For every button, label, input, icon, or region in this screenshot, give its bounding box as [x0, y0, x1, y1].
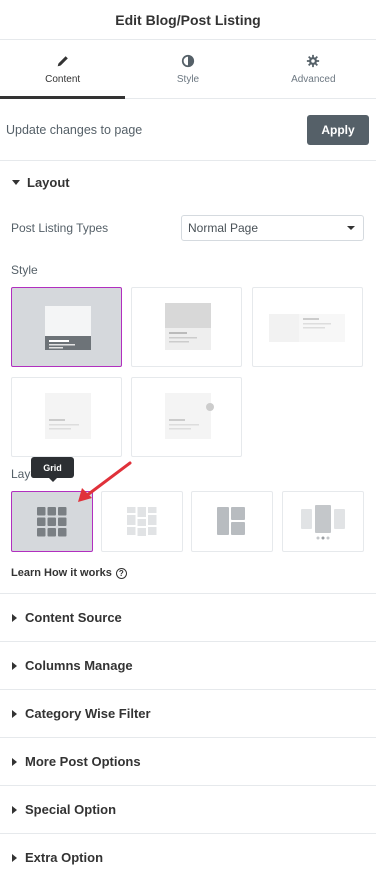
- masonry-icon: [127, 506, 157, 536]
- section-category-wise-filter[interactable]: Category Wise Filter: [0, 690, 376, 738]
- layout-option-masonry[interactable]: [101, 491, 183, 552]
- section-content-source[interactable]: Content Source: [0, 594, 376, 642]
- style-3-thumbnail-icon: [269, 314, 345, 342]
- update-changes-label: Update changes to page: [6, 122, 143, 137]
- caret-right-icon: [12, 805, 17, 814]
- style-option-3[interactable]: [252, 287, 363, 367]
- post-listing-types-control: Post Listing Types Normal Page: [0, 215, 376, 241]
- style-1-thumbnail-icon: [45, 306, 91, 350]
- pencil-icon: [57, 55, 68, 66]
- section-columns-manage[interactable]: Columns Manage: [0, 642, 376, 690]
- apply-button[interactable]: Apply: [307, 114, 369, 145]
- post-listing-types-select[interactable]: Normal Page: [181, 215, 364, 241]
- layout-option-carousel[interactable]: [282, 491, 364, 552]
- tab-style[interactable]: Style: [125, 40, 250, 98]
- section-extra-option[interactable]: Extra Option: [0, 834, 376, 871]
- style-option-4[interactable]: [11, 377, 122, 457]
- update-changes-row: Update changes to page Apply: [0, 99, 376, 161]
- tab-content-label: Content: [45, 73, 81, 85]
- section-more-post-options[interactable]: More Post Options: [0, 738, 376, 786]
- style-option-1[interactable]: [11, 287, 122, 367]
- style-options: [0, 287, 376, 457]
- learn-how-link[interactable]: Learn How it works ?: [0, 567, 376, 579]
- grid-icon: [37, 506, 67, 536]
- tab-style-label: Style: [176, 73, 200, 85]
- section-label: Category Wise Filter: [25, 706, 151, 721]
- gear-icon: [307, 54, 320, 67]
- tab-content[interactable]: Content: [0, 40, 126, 99]
- section-label: Content Source: [25, 610, 122, 625]
- panel-title: Edit Blog/Post Listing: [115, 11, 261, 28]
- section-label: Extra Option: [25, 850, 104, 865]
- half-circle-icon: [181, 54, 195, 67]
- style-option-2[interactable]: [131, 287, 242, 367]
- tab-advanced-label: Advanced: [291, 73, 336, 85]
- caret-down-icon: [12, 179, 20, 185]
- caret-right-icon: [12, 661, 17, 670]
- tab-advanced[interactable]: Advanced: [251, 40, 376, 98]
- panel-header: Edit Blog/Post Listing: [0, 0, 376, 40]
- section-special-option[interactable]: Special Option: [0, 786, 376, 834]
- grid-tooltip: Grid: [31, 457, 74, 482]
- learn-how-label: Learn How it works: [11, 567, 112, 579]
- style-label: Style: [11, 263, 38, 277]
- caret-right-icon: [12, 853, 17, 862]
- caret-right-icon: [12, 709, 17, 718]
- section-label: Columns Manage: [25, 658, 133, 673]
- layout-option-grid[interactable]: [11, 491, 93, 552]
- tab-bar: Content Style Advanced: [0, 40, 376, 99]
- section-label: More Post Options: [25, 754, 141, 769]
- style-4-thumbnail-icon: [45, 393, 91, 439]
- style-2-thumbnail-icon: [165, 303, 211, 350]
- metro-icon: [217, 506, 245, 535]
- layout-label-row: Layout Grid: [0, 457, 376, 485]
- chevron-down-icon: [347, 226, 355, 230]
- settings-accordion: Content Source Columns Manage Category W…: [0, 593, 376, 871]
- post-listing-types-value: Normal Page: [188, 221, 259, 235]
- style-option-5[interactable]: [131, 377, 242, 457]
- carousel-icon: [301, 504, 345, 539]
- layout-option-metro[interactable]: [191, 491, 273, 552]
- layout-options: [0, 491, 376, 553]
- style-5-thumbnail-icon: [165, 393, 214, 439]
- section-layout-title: Layout: [27, 174, 70, 190]
- section-label: Special Option: [25, 802, 117, 817]
- section-layout-header[interactable]: Layout: [0, 161, 376, 203]
- caret-right-icon: [12, 613, 17, 622]
- caret-right-icon: [12, 757, 17, 766]
- question-circle-icon: ?: [115, 567, 127, 579]
- post-listing-types-label: Post Listing Types: [11, 221, 109, 235]
